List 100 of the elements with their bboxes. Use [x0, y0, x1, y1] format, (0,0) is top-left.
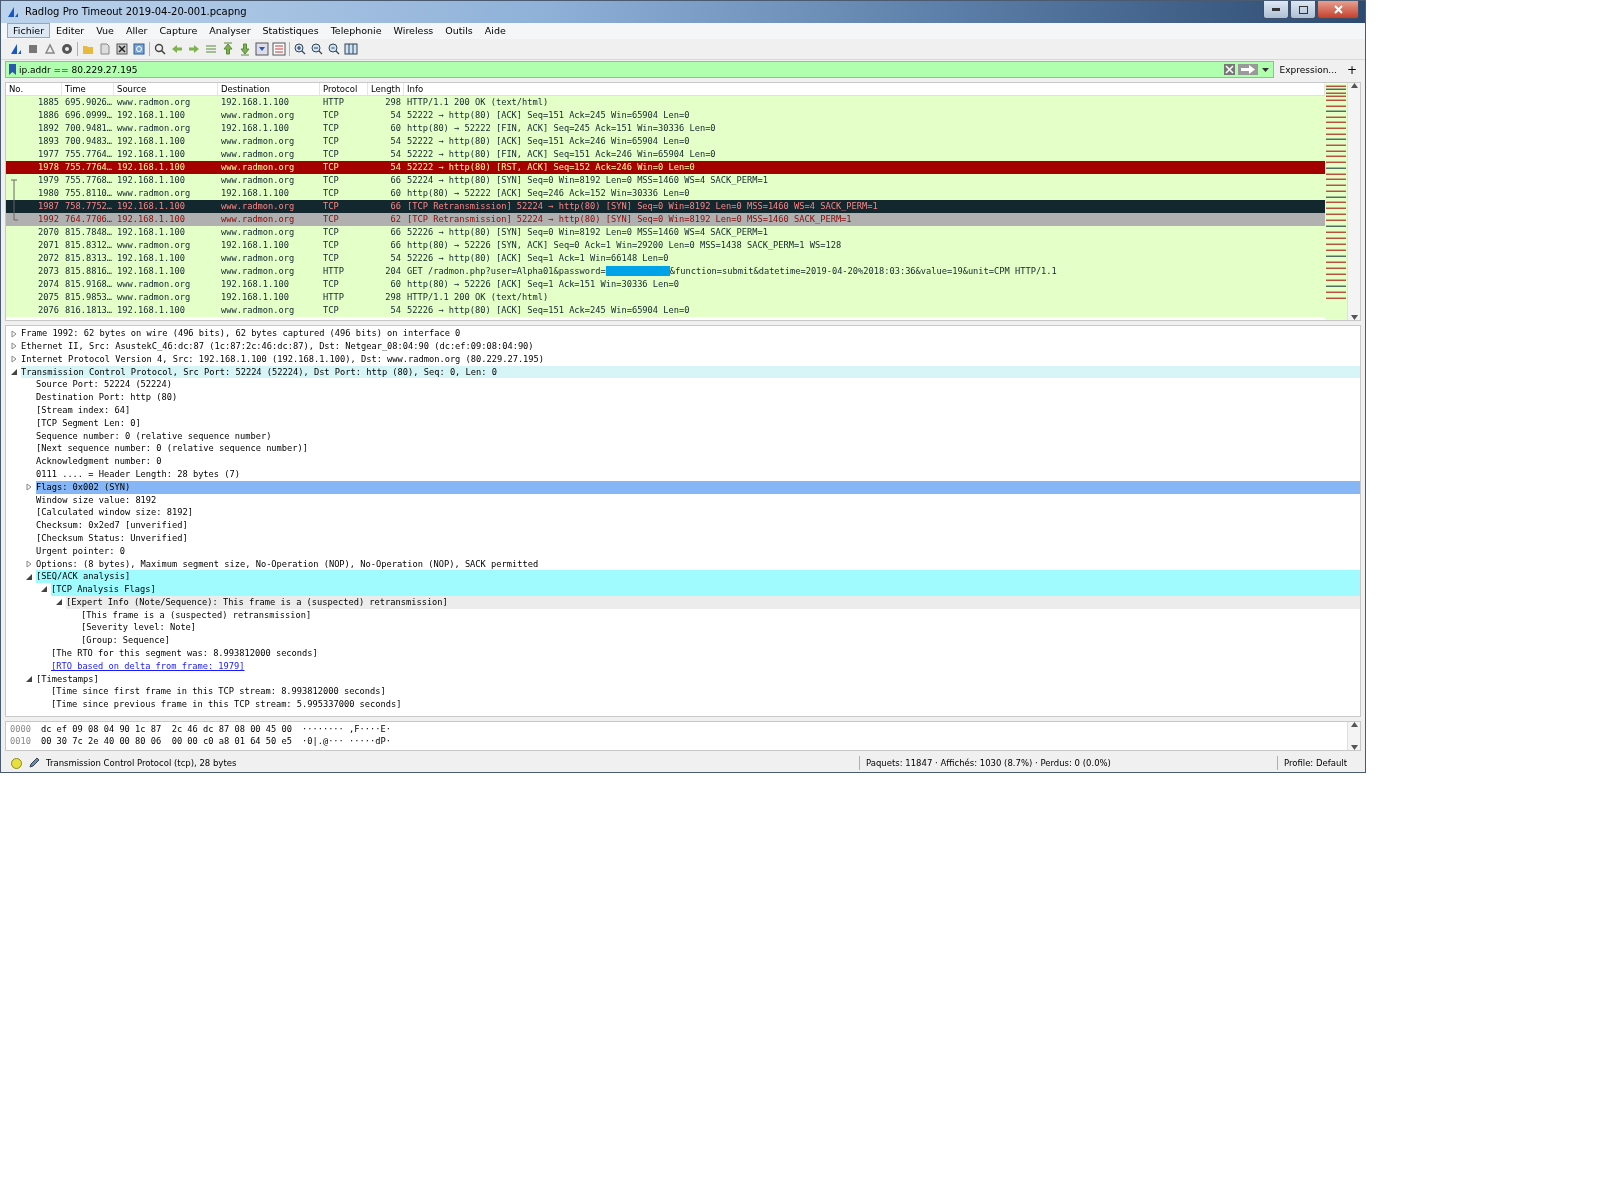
menu-item[interactable]: Editer	[50, 23, 91, 39]
expander-icon[interactable]	[40, 585, 48, 594]
tree-item[interactable]: Window size value: 8192	[36, 493, 1360, 507]
minimize-button[interactable]	[1263, 1, 1289, 19]
scroll-up-icon[interactable]	[1350, 722, 1358, 728]
status-text: Transmission Control Protocol (tcp), 28 bytes	[46, 758, 237, 768]
last-icon[interactable]	[238, 41, 252, 56]
tree-item[interactable]: [TCP Segment Len: 0]	[36, 416, 1360, 430]
tree-item[interactable]: Destination Port: http (80)	[36, 391, 1360, 404]
tree-item[interactable]: [Group: Sequence]	[81, 634, 1360, 648]
add-filter-button[interactable]: +	[1342, 62, 1361, 78]
table-cell-text: 54	[389, 160, 402, 174]
hex-ascii: ·0|.@··· ·····dP·	[302, 735, 391, 748]
table-cell-text: HTTP	[322, 95, 345, 109]
tree-item[interactable]: [TCP Analysis Flags]	[51, 583, 1360, 596]
clear-icon[interactable]	[1223, 64, 1235, 76]
expander-icon[interactable]	[25, 675, 33, 684]
table-cell-text: TCP	[322, 303, 340, 317]
tree-item[interactable]: Ethernet II, Src: AsustekC_46:dc:87 (1c:87:2c:46:dc:87), Dst: Netgear_08:04:90 (dc:ef:09:08:04:90)	[21, 339, 1360, 353]
maximize-icon	[1298, 5, 1308, 14]
zoom-reset-icon[interactable]	[327, 41, 341, 56]
tree-item[interactable]: [Time since previous frame in this TCP stream: 5.995337000 seconds]	[51, 698, 1360, 712]
menu-item[interactable]: Capture	[153, 23, 204, 39]
tree-item[interactable]: [Stream index: 64]	[36, 403, 1360, 417]
close-file-icon[interactable]	[115, 41, 129, 56]
tree-item[interactable]: Internet Protocol Version 4, Src: 192.168.1.100 (192.168.1.100), Dst: www.radmon.org (80.229.27.195)	[21, 352, 1360, 366]
table-cell-text: 192.168.1.100	[116, 147, 186, 161]
zoom-in-icon[interactable]	[293, 41, 307, 56]
expander-icon[interactable]	[55, 598, 63, 607]
expander-icon[interactable]	[10, 367, 18, 376]
table-cell-text: 52226 → http(80) [SYN] Seq=0 Win=8192 Len=0 MSS=1460 WS=4 SACK_PERM=1	[406, 225, 769, 239]
column-header[interactable]: Source	[114, 82, 218, 95]
table-cell-text: 192.168.1.100	[220, 277, 290, 291]
menu-item[interactable]: Aide	[478, 23, 512, 39]
menu-item[interactable]: Wireless	[387, 23, 440, 39]
tree-item[interactable]: [Checksum Status: Unverified]	[36, 531, 1360, 545]
tree-item[interactable]: [The RTO for this segment was: 8.993812000 seconds]	[51, 647, 1360, 660]
scroll-up-icon[interactable]	[1350, 82, 1358, 88]
table-cell-text: 1992	[37, 212, 60, 226]
resize-columns-icon[interactable]	[344, 41, 358, 56]
table-cell-text: 66	[389, 225, 402, 239]
menu-item[interactable]: Analyser	[203, 23, 257, 39]
maximize-button[interactable]	[1290, 1, 1316, 19]
table-cell-text: 700.9483…	[64, 134, 114, 148]
tree-item[interactable]: [Next sequence number: 0 (relative sequence number)]	[36, 442, 1360, 456]
scroll-down-icon[interactable]	[1350, 745, 1358, 751]
scroll-down-icon[interactable]	[1350, 315, 1358, 321]
table-cell-text: TCP	[322, 225, 340, 239]
tree-item[interactable]: Transmission Control Protocol, Src Port: 52224 (52224), Dst Port: http (80), Seq: 0, Len: 0	[21, 365, 1360, 379]
tree-item[interactable]: 0111 .... = Header Length: 28 bytes (7)	[36, 467, 1360, 481]
search-icon[interactable]	[153, 41, 167, 56]
zoom-out-icon[interactable]	[310, 41, 324, 56]
tree-item[interactable]: Acknowledgment number: 0	[36, 455, 1360, 468]
tree-item[interactable]: Sequence number: 0 (relative sequence number)	[36, 429, 1360, 443]
expander-icon[interactable]	[25, 572, 33, 581]
tree-item[interactable]: [Calculated window size: 8192]	[36, 506, 1360, 520]
menu-item[interactable]: Outils	[439, 23, 479, 39]
table-cell-text: 60	[389, 121, 402, 135]
edit-icon[interactable]	[28, 757, 40, 769]
autoscroll-icon[interactable]	[255, 41, 269, 56]
tree-item[interactable]: [SEQ/ACK analysis]	[36, 570, 1360, 584]
table-cell-text: 298	[384, 95, 402, 109]
frame-link[interactable]: [RTO based on delta from frame: 1979]	[51, 659, 1360, 673]
tree-item[interactable]: Options: (8 bytes), Maximum segment size, No-Operation (NOP), No-Operation (NOP), SACK permitted	[36, 557, 1360, 571]
tree-item[interactable]: Urgent pointer: 0	[36, 544, 1360, 558]
column-header[interactable]: Time	[62, 82, 114, 95]
menu-item[interactable]: Statistiques	[256, 23, 325, 39]
filter-bar[interactable]: ip.addr == 80.229.27.195	[5, 61, 1274, 79]
menu-item[interactable]: Vue	[90, 23, 120, 39]
column-header[interactable]: Length	[368, 82, 404, 95]
tree-item[interactable]: Flags: 0x002 (SYN)	[36, 480, 1360, 494]
first-icon[interactable]	[221, 41, 235, 56]
profile-label[interactable]: Profile: Default	[1283, 758, 1347, 768]
reload-icon[interactable]	[132, 41, 146, 56]
expression-button[interactable]: Expression...	[1275, 62, 1341, 78]
table-cell-text: http(80) → 52222 [FIN, ACK] Seq=245 Ack=151 Win=30336 Len=0	[406, 121, 717, 135]
menu-item[interactable]: Fichier	[7, 23, 51, 39]
display-filter-field[interactable]: ip.addr == 80.229.27.195	[19, 64, 1221, 75]
table-cell-text: 66	[389, 173, 402, 187]
tree-item[interactable]: [Severity level: Note]	[81, 621, 1360, 635]
column-header[interactable]: No.	[6, 82, 62, 95]
close-button[interactable]	[1317, 1, 1359, 19]
tree-item[interactable]: [This frame is a (suspected) retransmission]	[81, 608, 1360, 622]
table-cell-text: 1886	[37, 108, 60, 122]
table-cell-text: 696.0999…	[64, 108, 114, 122]
column-header[interactable]: Destination	[218, 82, 320, 95]
tree-item[interactable]: Checksum: 0x2ed7 [unverified]	[36, 519, 1360, 532]
table-cell-text: 62	[389, 212, 402, 226]
table-cell-text: www.radmon.org	[220, 147, 296, 161]
tree-item[interactable]: [Time since first frame in this TCP stream: 8.993812000 seconds]	[51, 685, 1360, 699]
tree-item[interactable]: Frame 1992: 62 bytes on wire (496 bits), 62 bytes captured (496 bits) on interface 0	[21, 327, 1360, 340]
expert-info-icon[interactable]	[11, 757, 22, 769]
tree-item[interactable]: [Timestamps]	[36, 672, 1360, 686]
colorize-icon[interactable]	[272, 41, 286, 56]
dropdown-icon[interactable]	[1260, 65, 1270, 75]
column-header[interactable]: Protocol	[320, 82, 368, 95]
menu-item[interactable]: Aller	[119, 23, 154, 39]
close-icon	[1333, 5, 1343, 14]
tree-item[interactable]: Source Port: 52224 (52224)	[36, 378, 1360, 392]
menu-item[interactable]: Telephonie	[324, 23, 388, 39]
